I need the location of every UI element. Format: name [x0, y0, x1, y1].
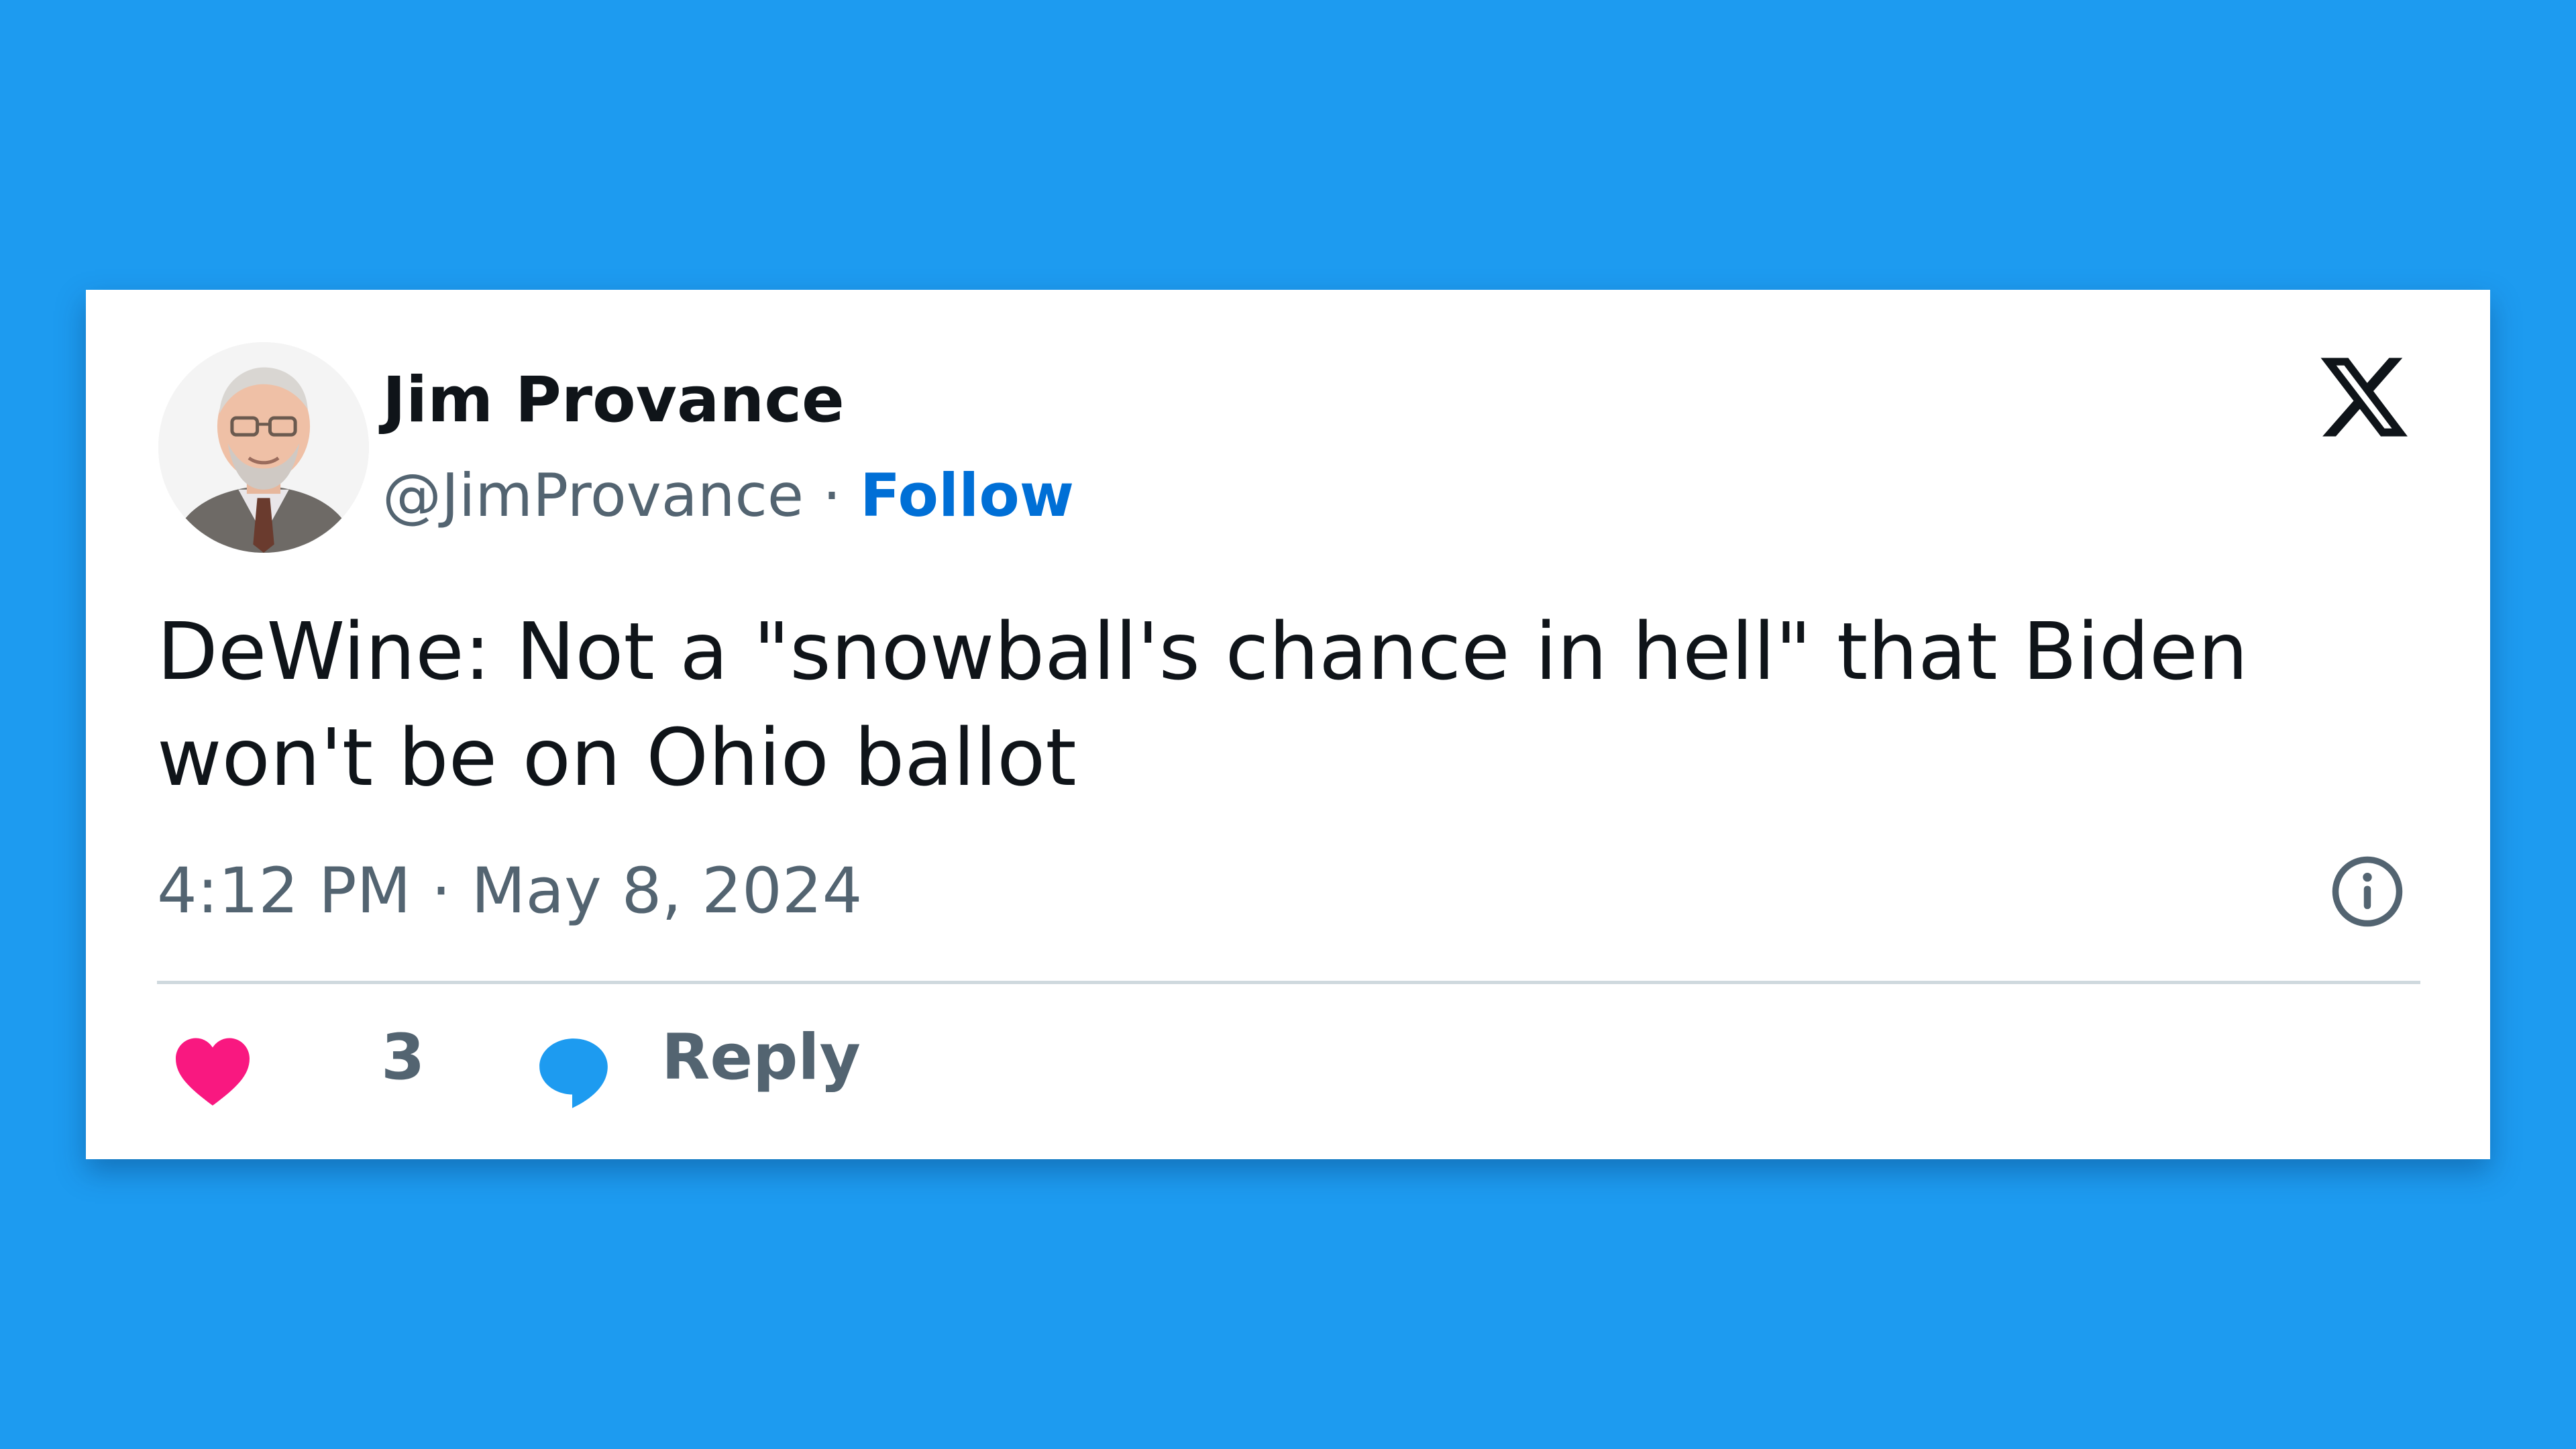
author-display-name[interactable]: Jim Provance [382, 364, 845, 437]
speech-bubble-icon[interactable] [533, 1032, 614, 1114]
info-icon[interactable] [2329, 853, 2406, 930]
author-avatar[interactable] [158, 342, 369, 553]
x-logo-icon[interactable] [2316, 349, 2412, 445]
follow-link[interactable]: Follow [860, 461, 1074, 530]
heart-icon[interactable] [170, 1033, 255, 1107]
actions-divider [157, 981, 2420, 984]
handle-separator: · [822, 461, 841, 530]
author-handle-line: @JimProvance · Follow [382, 461, 1074, 530]
avatar-photo [158, 342, 369, 553]
like-count[interactable]: 3 [381, 1021, 425, 1094]
tweet-body-text: DeWine: Not a "snowball's chance in hell… [157, 605, 2249, 804]
reply-button[interactable]: Reply [661, 1021, 861, 1094]
embedded-tweet-card: Jim Provance @JimProvance · Follow DeWin… [86, 290, 2490, 1159]
tweet-timestamp[interactable]: 4:12 PM · May 8, 2024 [157, 855, 862, 928]
author-handle[interactable]: @JimProvance [382, 461, 804, 530]
